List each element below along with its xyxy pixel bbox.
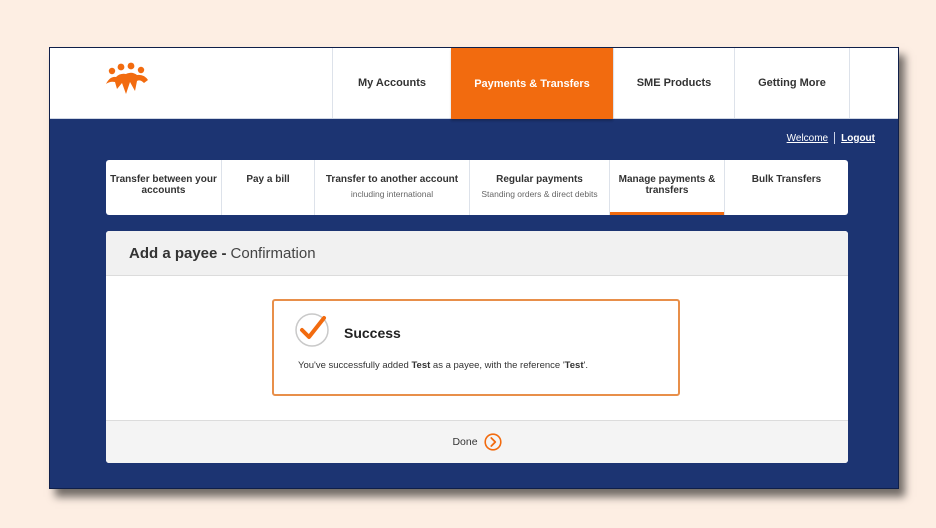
user-links: Welcome Logout [787, 132, 875, 144]
main-nav: My Accounts Payments & Transfers SME Pro… [332, 48, 850, 119]
success-text-middle: as a payee, with the reference ' [430, 360, 565, 371]
subnav-manage-payments[interactable]: Manage payments & transfers [610, 160, 725, 215]
subnav-title: Transfer to another account [325, 174, 459, 185]
subnav-title: Manage payments & transfers [618, 174, 716, 196]
page-title-sub: Confirmation [230, 244, 316, 262]
subnav-transfer-another-account[interactable]: Transfer to another account including in… [315, 160, 470, 215]
page-title: Add a payee - Confirmation [106, 231, 848, 276]
nav-payments-transfers[interactable]: Payments & Transfers [451, 48, 613, 119]
checkmark-circle-icon [295, 313, 329, 347]
done-button[interactable]: Done [452, 433, 502, 451]
subnav-pay-a-bill[interactable]: Pay a bill [222, 160, 315, 215]
subnav-title: Bulk Transfers [751, 174, 822, 185]
success-title: Success [344, 325, 401, 341]
confirmation-panel: Add a payee - Confirmation Success You'v… [106, 231, 848, 463]
chevron-right-circle-icon[interactable] [483, 433, 502, 451]
sub-nav: Transfer between your accounts Pay a bil… [106, 160, 848, 215]
nav-my-accounts[interactable]: My Accounts [332, 48, 451, 118]
subnav-transfer-between-accounts[interactable]: Transfer between your accounts [106, 160, 222, 215]
nav-sme-products[interactable]: SME Products [613, 48, 734, 118]
success-text-suffix: '. [583, 360, 588, 371]
subnav-regular-payments[interactable]: Regular payments Standing orders & direc… [470, 160, 610, 215]
top-bar: My Accounts Payments & Transfers SME Pro… [50, 48, 898, 119]
page-title-main: Add a payee - [129, 244, 227, 262]
subnav-subtitle: Standing orders & direct debits [481, 189, 598, 199]
subnav-title: Transfer between your accounts [110, 174, 217, 196]
logout-link[interactable]: Logout [841, 133, 875, 144]
link-divider [834, 132, 836, 144]
subnav-bulk-transfers[interactable]: Bulk Transfers [725, 160, 848, 215]
subnav-title: Pay a bill [246, 174, 290, 185]
success-text-prefix: You've successfully added [298, 360, 412, 371]
subnav-subtitle: including international [350, 189, 434, 199]
success-message-box: Success You've successfully added Test a… [272, 299, 680, 396]
nav-getting-more[interactable]: Getting More [734, 48, 850, 118]
welcome-link[interactable]: Welcome [787, 133, 829, 144]
payee-reference: Test [564, 360, 584, 371]
browser-frame: My Accounts Payments & Transfers SME Pro… [49, 47, 899, 489]
success-text: You've successfully added Test as a paye… [298, 360, 588, 371]
done-label: Done [452, 436, 478, 448]
subnav-title: Regular payments [496, 174, 583, 185]
panel-footer: Done [106, 420, 848, 463]
payee-name: Test [411, 360, 431, 371]
people-logo-icon[interactable] [104, 62, 150, 98]
